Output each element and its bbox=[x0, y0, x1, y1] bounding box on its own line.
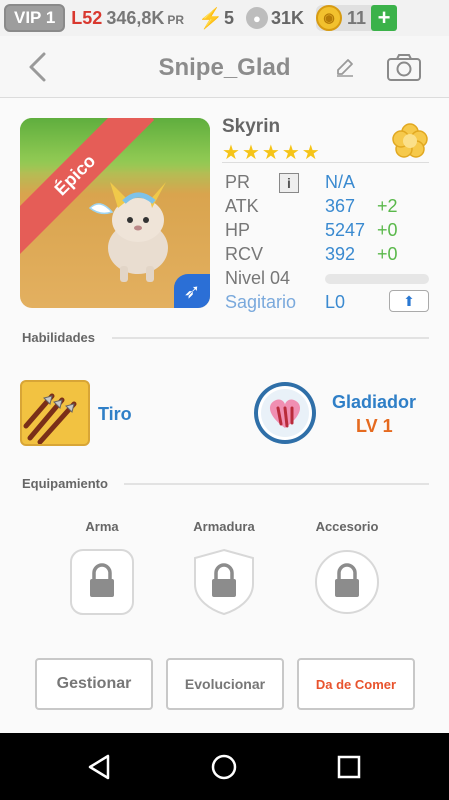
coin-icon: ◉ bbox=[315, 5, 342, 31]
gladiator-heart-icon[interactable] bbox=[252, 380, 318, 446]
equipment-section-title: Equipamiento bbox=[22, 476, 108, 491]
energy-value: 5 bbox=[223, 7, 234, 28]
stat-bonus: +0 bbox=[377, 220, 398, 240]
arrows-skill-icon[interactable] bbox=[20, 380, 90, 446]
armor-slot-label: Armadura bbox=[193, 519, 255, 534]
coin-value: 11 bbox=[346, 7, 367, 28]
stat-row-pr: PR i N/A bbox=[225, 170, 430, 194]
skills-section-title: Habilidades bbox=[22, 330, 95, 345]
coin-counter[interactable]: ◉ 11 + bbox=[315, 5, 398, 31]
class-name[interactable]: Gladiador bbox=[332, 392, 416, 413]
energy-counter[interactable]: ⚡ 5 bbox=[198, 6, 234, 31]
pet-portrait[interactable]: Épico ➶ bbox=[20, 118, 210, 308]
stat-label: PR bbox=[225, 172, 251, 192]
player-level: L52 bbox=[71, 7, 103, 28]
camera-icon[interactable] bbox=[386, 52, 422, 82]
upgrade-sign-button[interactable]: ⬆ bbox=[389, 290, 429, 312]
sign-level: L0 bbox=[325, 292, 346, 312]
add-coins-button[interactable]: + bbox=[371, 5, 398, 31]
arrow-up-icon: ⬆ bbox=[403, 292, 415, 309]
stat-value: 5247 bbox=[325, 220, 366, 240]
top-status-bar: VIP 1 L52 346,8K PR ⚡ 5 ● 31K ◉ 11 + bbox=[0, 0, 449, 36]
class-level: LV 1 bbox=[356, 416, 393, 436]
edit-icon[interactable] bbox=[334, 56, 356, 78]
home-circle-icon[interactable] bbox=[210, 753, 238, 781]
equipment-section-divider bbox=[124, 483, 429, 485]
armor-slot[interactable] bbox=[191, 548, 257, 616]
level-progress-bar bbox=[325, 274, 429, 284]
skills-section-divider bbox=[112, 337, 429, 339]
weapon-slot[interactable] bbox=[69, 548, 135, 616]
manage-button[interactable]: Gestionar bbox=[35, 658, 153, 710]
paw-icon: ● bbox=[245, 7, 268, 29]
sagittarius-arrow-icon: ➶ bbox=[174, 274, 210, 308]
stat-row-atk: ATK 367 +2 bbox=[225, 194, 430, 218]
stat-label: HP bbox=[225, 220, 251, 240]
page-title: Snipe_Glad bbox=[158, 54, 291, 81]
paw-value: 31K bbox=[270, 7, 304, 28]
stat-row-rcv: RCV 392 +0 bbox=[225, 242, 430, 266]
flower-element-icon[interactable] bbox=[391, 122, 429, 160]
stat-bonus: +2 bbox=[377, 196, 398, 216]
stat-value: 392 bbox=[325, 244, 356, 264]
paw-counter[interactable]: ● 31K bbox=[245, 7, 304, 29]
profile-header: Snipe_Glad bbox=[0, 36, 449, 98]
level-label: Nivel 04 bbox=[225, 268, 291, 288]
evolve-button[interactable]: Evolucionar bbox=[166, 658, 284, 710]
lightning-icon: ⚡ bbox=[198, 7, 223, 30]
power-rating: 346,8K PR bbox=[106, 8, 184, 29]
vip-badge[interactable]: VIP 1 bbox=[4, 4, 66, 32]
pet-name: Skyrin bbox=[222, 116, 281, 137]
pet-stats: PR i N/A ATK 367 +2 HP 5247 +0 RCV 392 +… bbox=[225, 170, 430, 314]
stat-bonus: +0 bbox=[377, 244, 398, 264]
accessory-slot[interactable] bbox=[314, 548, 380, 616]
sign-row: Sagitario L0 ⬆ bbox=[225, 290, 430, 314]
skill-name[interactable]: Tiro bbox=[98, 404, 132, 425]
stat-label: RCV bbox=[225, 244, 264, 264]
stat-value: 367 bbox=[325, 196, 356, 216]
stat-label: ATK bbox=[225, 196, 259, 216]
stat-value: N/A bbox=[325, 172, 356, 192]
recents-square-icon[interactable] bbox=[336, 754, 362, 780]
accessory-slot-label: Accesorio bbox=[315, 519, 379, 534]
sign-label[interactable]: Sagitario bbox=[225, 292, 296, 313]
stats-divider bbox=[222, 162, 429, 163]
power-rating-value: 346,8K bbox=[106, 7, 165, 28]
system-navigation-bar bbox=[0, 733, 449, 800]
back-triangle-icon[interactable] bbox=[86, 753, 114, 781]
level-row: Nivel 04 bbox=[225, 266, 430, 290]
weapon-slot-label: Arma bbox=[85, 519, 119, 534]
stat-row-hp: HP 5247 +0 bbox=[225, 218, 430, 242]
power-rating-unit: PR bbox=[167, 12, 185, 27]
pet-figure-image bbox=[88, 182, 168, 282]
feed-button[interactable]: Da de Comer bbox=[297, 658, 415, 710]
info-icon[interactable]: i bbox=[279, 173, 299, 193]
